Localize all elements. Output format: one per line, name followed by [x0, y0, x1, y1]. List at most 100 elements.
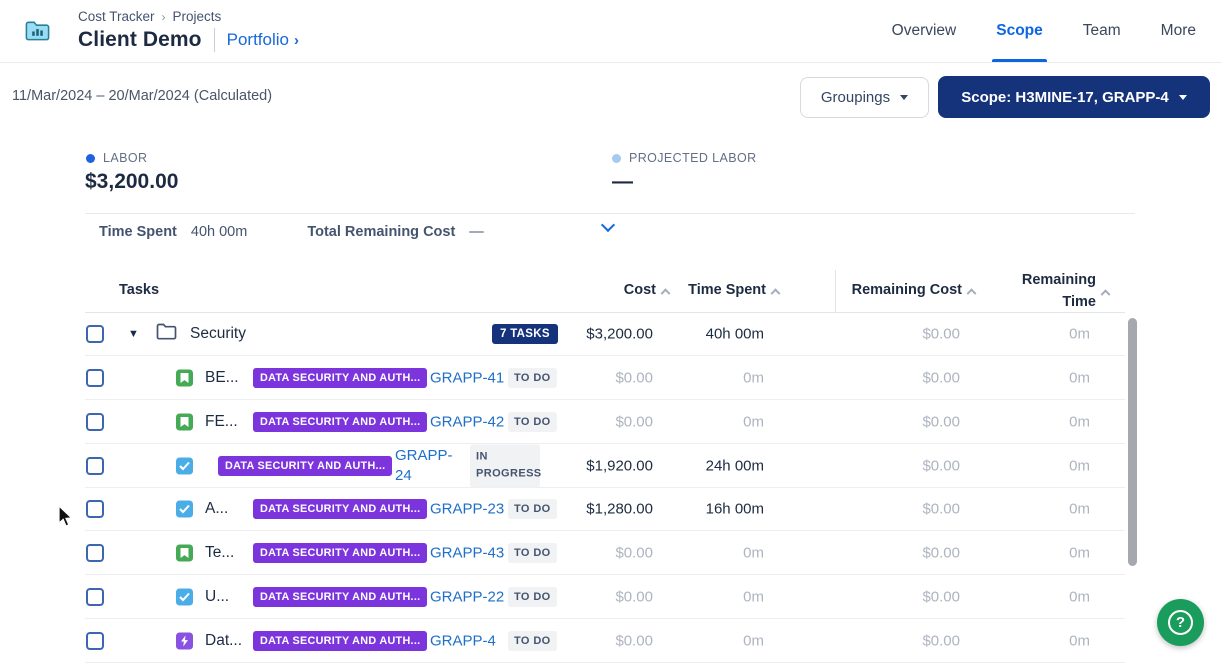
epic-label-badge[interactable]: DATA SECURITY AND AUTH...	[253, 587, 427, 607]
task-cost: $0.00	[615, 544, 653, 561]
column-header-cost[interactable]: Cost	[624, 282, 669, 298]
task-time-spent: 0m	[743, 369, 764, 386]
task-row: Te... DATA SECURITY AND AUTH... GRAPP-43…	[85, 531, 1125, 575]
task-remaining-time: 0m	[1069, 413, 1090, 430]
story-icon	[176, 369, 193, 386]
scope-button[interactable]: Scope: H3MINE-17, GRAPP-4	[938, 76, 1210, 118]
task-row: FE... DATA SECURITY AND AUTH... GRAPP-42…	[85, 400, 1125, 444]
task-remaining-cost: $0.00	[922, 457, 960, 474]
issue-key-link[interactable]: GRAPP-22	[430, 588, 504, 605]
row-checkbox[interactable]	[86, 413, 104, 431]
breadcrumb-app[interactable]: Cost Tracker	[78, 9, 155, 24]
issue-key-link[interactable]: GRAPP-23	[430, 501, 504, 518]
tasks-table: Tasks Cost Time Spent Remaining Cost Rem…	[85, 265, 1125, 670]
sort-caret-icon	[1101, 290, 1111, 300]
row-checkbox[interactable]	[86, 325, 104, 343]
task-remaining-cost: $0.00	[922, 413, 960, 430]
task-summary[interactable]: U...	[205, 588, 229, 606]
projected-labor-dot-icon	[612, 154, 621, 163]
sort-caret-icon	[661, 288, 671, 298]
epic-label-badge[interactable]: DATA SECURITY AND AUTH...	[218, 456, 392, 476]
tab-team[interactable]: Team	[1083, 0, 1121, 62]
issue-key-link[interactable]: GRAPP-4	[430, 632, 496, 649]
vertical-scrollbar[interactable]	[1128, 314, 1137, 670]
task-cost: $1,280.00	[586, 501, 653, 518]
help-button[interactable]: ?	[1157, 599, 1204, 646]
labor-value: $3,200.00	[85, 170, 178, 194]
story-icon	[176, 413, 193, 430]
expand-collapse-caret-icon[interactable]: ▼	[128, 328, 139, 340]
tab-scope[interactable]: Scope	[996, 0, 1043, 62]
summary-totals-row: Time Spent 40h 00m Total Remaining Cost …	[99, 224, 484, 240]
task-remaining-cost: $0.00	[922, 501, 960, 518]
task-remaining-cost: $0.00	[922, 544, 960, 561]
task-summary[interactable]: Te...	[205, 544, 234, 562]
task-summary[interactable]: A...	[205, 500, 228, 518]
row-checkbox[interactable]	[86, 632, 104, 650]
task-time-spent: 0m	[743, 544, 764, 561]
column-header-remaining-cost[interactable]: Remaining Cost	[852, 282, 975, 298]
status-badge: TO DO	[508, 543, 557, 563]
column-header-tasks: Tasks	[119, 282, 159, 298]
issue-key-link[interactable]: GRAPP-24	[395, 445, 459, 486]
row-checkbox[interactable]	[86, 369, 104, 387]
issue-key-link[interactable]: GRAPP-41	[430, 369, 504, 386]
epic-label-badge[interactable]: DATA SECURITY AND AUTH...	[253, 543, 427, 563]
epic-label-badge[interactable]: DATA SECURITY AND AUTH...	[253, 499, 427, 519]
group-remaining-time: 0m	[1069, 326, 1090, 343]
row-checkbox[interactable]	[86, 588, 104, 606]
status-badge: IN PROGRESS	[470, 444, 540, 487]
column-header-remaining-time[interactable]: RemainingTime	[1022, 270, 1109, 314]
task-summary[interactable]: Dat...	[205, 632, 242, 650]
labor-dot-icon	[86, 154, 95, 163]
task-remaining-cost: $0.00	[922, 632, 960, 649]
nav-tabs: Overview Scope Team More	[892, 0, 1196, 62]
task-time-spent: 0m	[743, 413, 764, 430]
sort-caret-icon	[771, 288, 781, 298]
breadcrumb-section[interactable]: Projects	[173, 9, 222, 24]
row-checkbox[interactable]	[86, 544, 104, 562]
epic-label-badge[interactable]: DATA SECURITY AND AUTH...	[253, 368, 427, 388]
task-row: A... DATA SECURITY AND AUTH... GRAPP-23 …	[85, 488, 1125, 531]
groupings-button[interactable]: Groupings	[800, 77, 929, 118]
epic-label-badge[interactable]: DATA SECURITY AND AUTH...	[253, 631, 427, 651]
task-summary[interactable]: BE...	[205, 369, 239, 387]
tab-more[interactable]: More	[1161, 0, 1196, 62]
status-badge: TO DO	[508, 412, 557, 432]
row-checkbox[interactable]	[86, 457, 104, 475]
task-remaining-time: 0m	[1069, 588, 1090, 605]
task-time-spent: 0m	[743, 588, 764, 605]
story-icon	[176, 544, 193, 561]
task-time-spent: 16h 00m	[706, 501, 764, 518]
issue-key-link[interactable]: GRAPP-42	[430, 413, 504, 430]
epic-label-badge[interactable]: DATA SECURITY AND AUTH...	[253, 412, 427, 432]
task-summary[interactable]: FE...	[205, 413, 238, 431]
folder-icon	[156, 323, 177, 345]
group-name[interactable]: Security	[190, 325, 246, 343]
status-badge: TO DO	[508, 631, 557, 651]
chevron-right-icon: ›	[294, 32, 299, 49]
task-row-partial	[85, 663, 1125, 670]
chevron-down-icon	[900, 95, 908, 100]
chevron-down-icon	[1179, 95, 1187, 100]
cost-tracker-app: Cost Tracker › Projects Client Demo Port…	[0, 0, 1222, 670]
total-remaining-cost-value: —	[469, 224, 484, 240]
task-remaining-time: 0m	[1069, 457, 1090, 474]
status-badge: TO DO	[508, 587, 557, 607]
issue-key-link[interactable]: GRAPP-43	[430, 544, 504, 561]
tab-overview[interactable]: Overview	[892, 0, 957, 62]
scrollbar-thumb[interactable]	[1128, 318, 1137, 566]
task-row: BE... DATA SECURITY AND AUTH... GRAPP-41…	[85, 356, 1125, 400]
group-cost: $3,200.00	[586, 326, 653, 343]
task-remaining-time: 0m	[1069, 632, 1090, 649]
time-spent-label: Time Spent	[99, 224, 177, 240]
task-cost: $0.00	[615, 369, 653, 386]
collapse-summary-chevron-icon[interactable]	[601, 218, 615, 232]
portfolio-link[interactable]: Portfolio ›	[227, 30, 299, 50]
row-checkbox[interactable]	[86, 500, 104, 518]
task-remaining-cost: $0.00	[922, 369, 960, 386]
column-header-time-spent[interactable]: Time Spent	[688, 282, 779, 298]
top-bar: Cost Tracker › Projects Client Demo Port…	[0, 0, 1222, 63]
task-remaining-time: 0m	[1069, 369, 1090, 386]
task-cost: $0.00	[615, 588, 653, 605]
